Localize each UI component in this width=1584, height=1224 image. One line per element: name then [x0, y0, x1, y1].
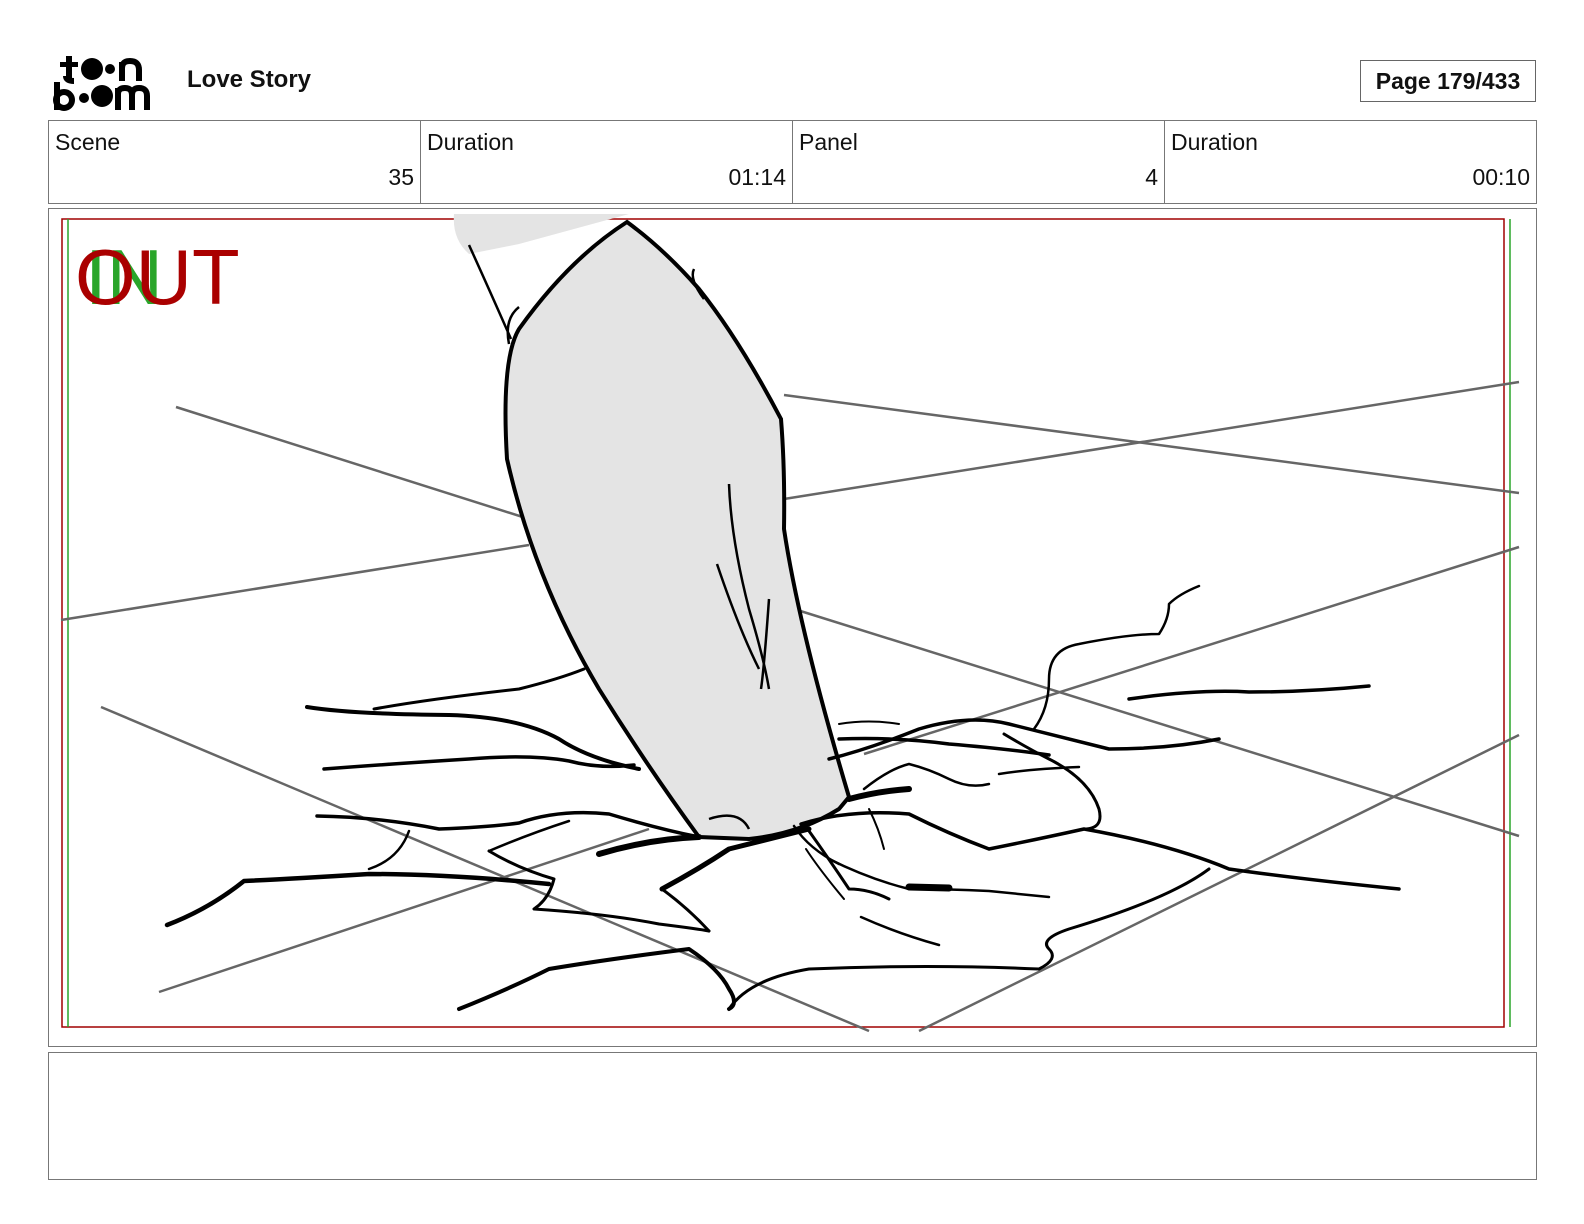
panel-notes-box[interactable]: [48, 1052, 1537, 1180]
scene-cell: Scene 35: [49, 121, 421, 203]
panel-info-row: Scene 35 Duration 01:14 Panel 4 Duration…: [48, 120, 1537, 204]
scene-duration-value: 01:14: [728, 164, 786, 190]
project-title: Love Story: [187, 66, 312, 93]
storyboard-panel: IN OUT: [48, 208, 1537, 1047]
panel-label: Panel: [799, 129, 858, 155]
toon-boom-logo: [52, 50, 164, 112]
in-out-marker: IN OUT: [75, 237, 275, 317]
panel-sketch: [60, 214, 1520, 1033]
scene-duration-label: Duration: [427, 129, 514, 155]
scene-duration-cell: Duration 01:14: [421, 121, 793, 203]
arm-sketch: [503, 219, 852, 842]
out-mark: OUT: [75, 233, 240, 321]
panel-duration-label: Duration: [1171, 129, 1258, 155]
scene-label: Scene: [55, 129, 121, 155]
page-number: Page 179/433: [1360, 60, 1536, 102]
panel-duration-cell: Duration 00:10: [1165, 121, 1536, 203]
panel-value: 4: [1145, 164, 1158, 190]
scene-value: 35: [388, 164, 414, 190]
panel-duration-value: 00:10: [1472, 164, 1530, 190]
panel-cell: Panel 4: [793, 121, 1165, 203]
